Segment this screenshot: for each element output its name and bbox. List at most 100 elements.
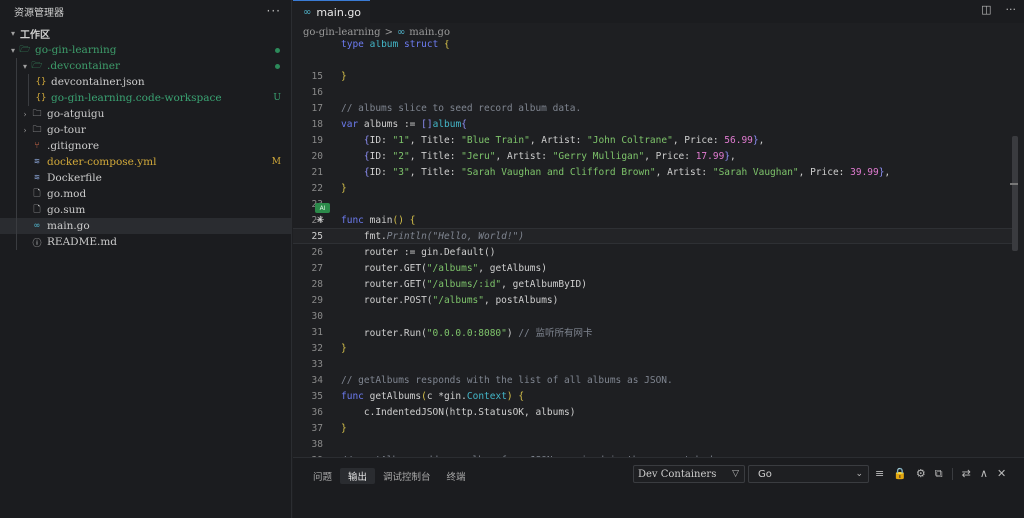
code-line: 31 router.Run("0.0.0.0:8080") // 监听所有网卡 bbox=[293, 324, 1013, 340]
tree-file-go-mod[interactable]: 🗋 go.mod bbox=[0, 186, 291, 202]
chevron-down-icon: ⌄ bbox=[855, 469, 863, 479]
line-number: 19 bbox=[311, 134, 323, 146]
tab-problems[interactable]: 问题 bbox=[305, 468, 340, 484]
inline-suggestion-badge[interactable]: AI bbox=[315, 203, 330, 213]
gear-icon[interactable]: ⚙ bbox=[916, 467, 926, 481]
tree-file-go-sum[interactable]: 🗋 go.sum bbox=[0, 202, 291, 218]
tree-file-gitignore[interactable]: ⑂ .gitignore bbox=[0, 138, 291, 154]
code-line: 38 bbox=[293, 436, 1013, 452]
file-icon: 🗋 bbox=[33, 189, 41, 199]
tree-file-main-go[interactable]: ∞ main.go bbox=[0, 218, 291, 234]
line-number: 20 bbox=[311, 150, 323, 162]
more-actions-icon[interactable]: ··· bbox=[267, 4, 281, 18]
git-change-dot bbox=[275, 47, 280, 53]
indent-guide bbox=[16, 202, 17, 218]
indent-guide bbox=[28, 74, 29, 90]
tree-file-code-workspace[interactable]: {} go-gin-learning.code-workspace U bbox=[0, 90, 291, 106]
tree-label: go-tour bbox=[47, 124, 86, 136]
indent-guide bbox=[28, 90, 29, 106]
tree-file-readme[interactable]: ⓘ README.md bbox=[0, 234, 291, 250]
line-number: 15 bbox=[311, 70, 323, 82]
code-line: 32 } bbox=[293, 340, 1013, 356]
git-status-badge: U bbox=[273, 93, 281, 103]
settings-sliders-icon[interactable]: ⇄ bbox=[962, 467, 971, 481]
tree-folder-devcontainer[interactable]: ▾ 🗁 .devcontainer bbox=[0, 58, 291, 74]
indent-guide bbox=[16, 186, 17, 202]
code-line: 26 router := gin.Default() bbox=[293, 244, 1013, 260]
line-number: 31 bbox=[311, 326, 323, 338]
open-editor-icon[interactable]: ⧉ bbox=[935, 467, 943, 481]
code-line: 24 func main() { bbox=[293, 212, 1013, 228]
clear-output-icon[interactable]: ≡ bbox=[875, 467, 884, 481]
code-line: 30 bbox=[293, 308, 1013, 324]
chevron-down-icon: ▾ bbox=[10, 28, 15, 38]
editor-tabbar: ∞ main.go ◫ ··· bbox=[293, 0, 1024, 23]
code-line: 16 bbox=[293, 84, 1013, 100]
tree-label: docker-compose.yml bbox=[47, 156, 157, 168]
indent-guide bbox=[16, 122, 17, 138]
line-number: 18 bbox=[311, 118, 323, 130]
line-number: 33 bbox=[311, 358, 323, 370]
json-icon: {} bbox=[35, 77, 47, 87]
tab-label: main.go bbox=[316, 5, 362, 19]
tree-file-docker-compose[interactable]: ≋ docker-compose.yml M bbox=[0, 154, 291, 170]
tree-label: main.go bbox=[47, 220, 90, 232]
chevron-right-icon: › bbox=[23, 125, 27, 135]
code-line: 15 } bbox=[293, 68, 1013, 84]
workspace-section[interactable]: ▾ 工作区 bbox=[0, 24, 291, 42]
divider bbox=[951, 468, 953, 480]
line-number: 17 bbox=[311, 102, 323, 114]
chevron-up-icon[interactable]: ∧ bbox=[980, 467, 988, 481]
tab-debug-console[interactable]: 调试控制台 bbox=[375, 468, 439, 484]
code-line: 29 router.POST("/albums", postAlbums) bbox=[293, 292, 1013, 308]
git-change-dot bbox=[275, 63, 280, 69]
indent-guide bbox=[16, 138, 17, 154]
indent-guide bbox=[16, 154, 17, 170]
tab-main-go[interactable]: ∞ main.go bbox=[293, 0, 370, 23]
tree-file-dockerfile[interactable]: ≋ Dockerfile bbox=[0, 170, 291, 186]
explorer-header: 资源管理器 ··· bbox=[0, 0, 291, 22]
tree-folder-go-tour[interactable]: › 🗀 go-tour bbox=[0, 122, 291, 138]
panel-tabs: 问题 输出 调试控制台 终端 bbox=[305, 468, 474, 484]
tree-label: devcontainer.json bbox=[51, 76, 145, 88]
more-actions-icon[interactable]: ··· bbox=[1006, 3, 1017, 16]
sparkle-icon[interactable]: ✳ bbox=[316, 215, 324, 226]
tab-output[interactable]: 输出 bbox=[340, 468, 376, 484]
line-number: 29 bbox=[311, 294, 323, 306]
tab-terminal[interactable]: 终端 bbox=[439, 468, 474, 484]
code-line: 18 var albums := []album{ bbox=[293, 116, 1013, 132]
line-number: 36 bbox=[311, 406, 323, 418]
line-number: 34 bbox=[311, 374, 323, 386]
line-number: 26 bbox=[311, 246, 323, 258]
code-line: 17 // albums slice to seed record album … bbox=[293, 100, 1013, 116]
tree-folder-go-atguigu[interactable]: › 🗀 go-atguigu bbox=[0, 106, 291, 122]
breadcrumb-file[interactable]: main.go bbox=[409, 27, 450, 38]
info-icon: ⓘ bbox=[32, 238, 42, 249]
folder-open-icon: 🗁 bbox=[19, 45, 31, 55]
tree-label: README.md bbox=[47, 236, 118, 248]
close-icon[interactable]: ✕ bbox=[997, 467, 1006, 481]
code-editor[interactable]: type album struct { 15 } 16 17 // albums… bbox=[293, 36, 1024, 457]
tree-folder-go-gin-learning[interactable]: ▾ 🗁 go-gin-learning bbox=[0, 42, 291, 58]
breadcrumb-folder[interactable]: go-gin-learning bbox=[303, 27, 381, 38]
output-source-filter[interactable]: Dev Containers ▽ bbox=[633, 465, 745, 483]
code-line: 21 {ID: "3", Title: "Sarah Vaughan and C… bbox=[293, 164, 1013, 180]
line-number: 32 bbox=[311, 342, 323, 354]
tree-label: .gitignore bbox=[47, 140, 100, 152]
tree-label: go-atguigu bbox=[47, 108, 105, 120]
chevron-down-icon: ▾ bbox=[10, 45, 15, 55]
code-line: 33 bbox=[293, 356, 1013, 372]
filter-icon: ▽ bbox=[732, 469, 739, 479]
tree-label: go-gin-learning bbox=[35, 44, 117, 56]
chevron-right-icon: › bbox=[23, 109, 27, 119]
lock-scroll-icon[interactable]: 🔒 bbox=[893, 467, 907, 481]
split-editor-icon[interactable]: ◫ bbox=[981, 3, 991, 16]
indent-guide bbox=[16, 170, 17, 186]
chevron-down-icon: ▾ bbox=[22, 61, 27, 71]
tree-file-devcontainer-json[interactable]: {} devcontainer.json bbox=[0, 74, 291, 90]
code-line: 28 router.GET("/albums/:id", getAlbumByI… bbox=[293, 276, 1013, 292]
line-number: 25 bbox=[311, 230, 323, 242]
editor-scrollbar[interactable] bbox=[1012, 136, 1018, 251]
output-channel-select[interactable]: Go ⌄ bbox=[748, 465, 869, 483]
code-line: 27 router.GET("/albums", getAlbums) bbox=[293, 260, 1013, 276]
